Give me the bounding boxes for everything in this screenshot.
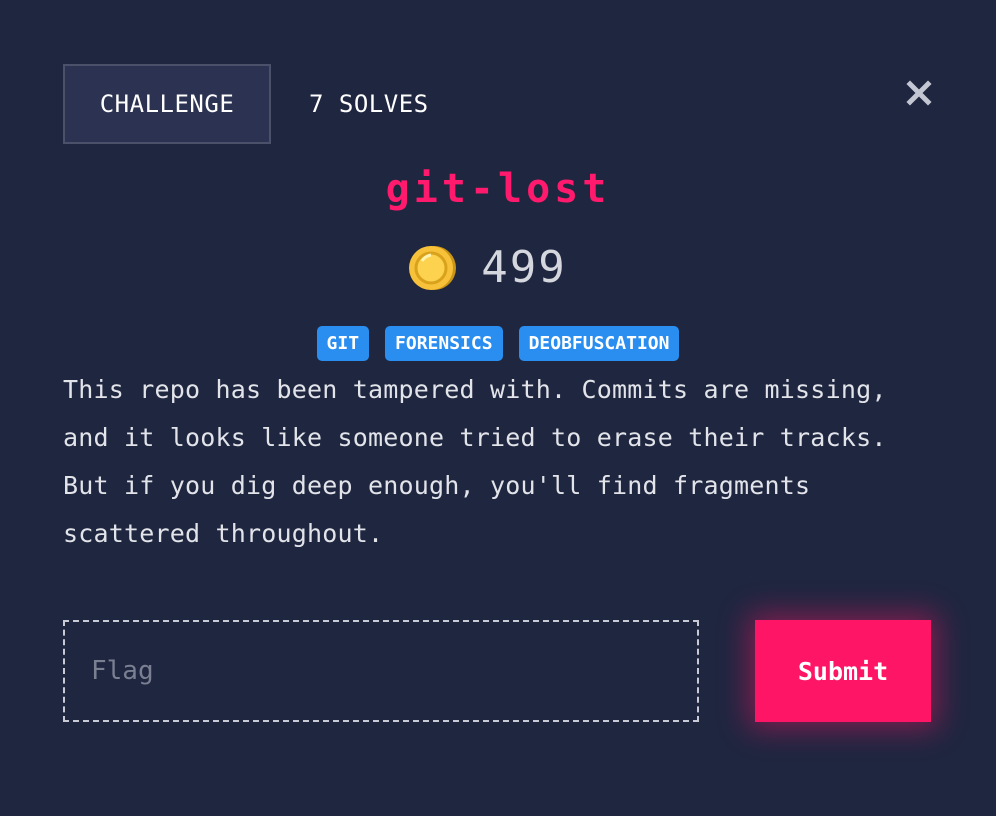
tag-forensics[interactable]: FORENSICS [385, 326, 503, 361]
tag-git[interactable]: GIT [316, 326, 370, 361]
submit-button[interactable]: Submit [755, 620, 931, 722]
tab-solves[interactable]: 7 SOLVES [309, 90, 429, 118]
tag-deobfuscation[interactable]: DEOBFUSCATION [518, 326, 680, 361]
close-button[interactable] [906, 80, 932, 106]
tag-list: GIT FORENSICS DEOBFUSCATION [0, 326, 996, 361]
challenge-value: 499 [481, 242, 567, 293]
close-icon [906, 80, 932, 106]
challenge-modal: CHALLENGE 7 SOLVES git-lost 499 GIT FORE… [0, 0, 996, 816]
challenge-value-row: 499 [0, 242, 996, 293]
tab-challenge[interactable]: CHALLENGE [63, 64, 271, 144]
flag-input[interactable] [63, 620, 699, 722]
coin-icon [409, 245, 457, 290]
modal-tabs: CHALLENGE 7 SOLVES [63, 64, 429, 144]
challenge-title: git-lost [385, 166, 611, 212]
challenge-description: This repo has been tampered with. Commit… [63, 375, 887, 548]
